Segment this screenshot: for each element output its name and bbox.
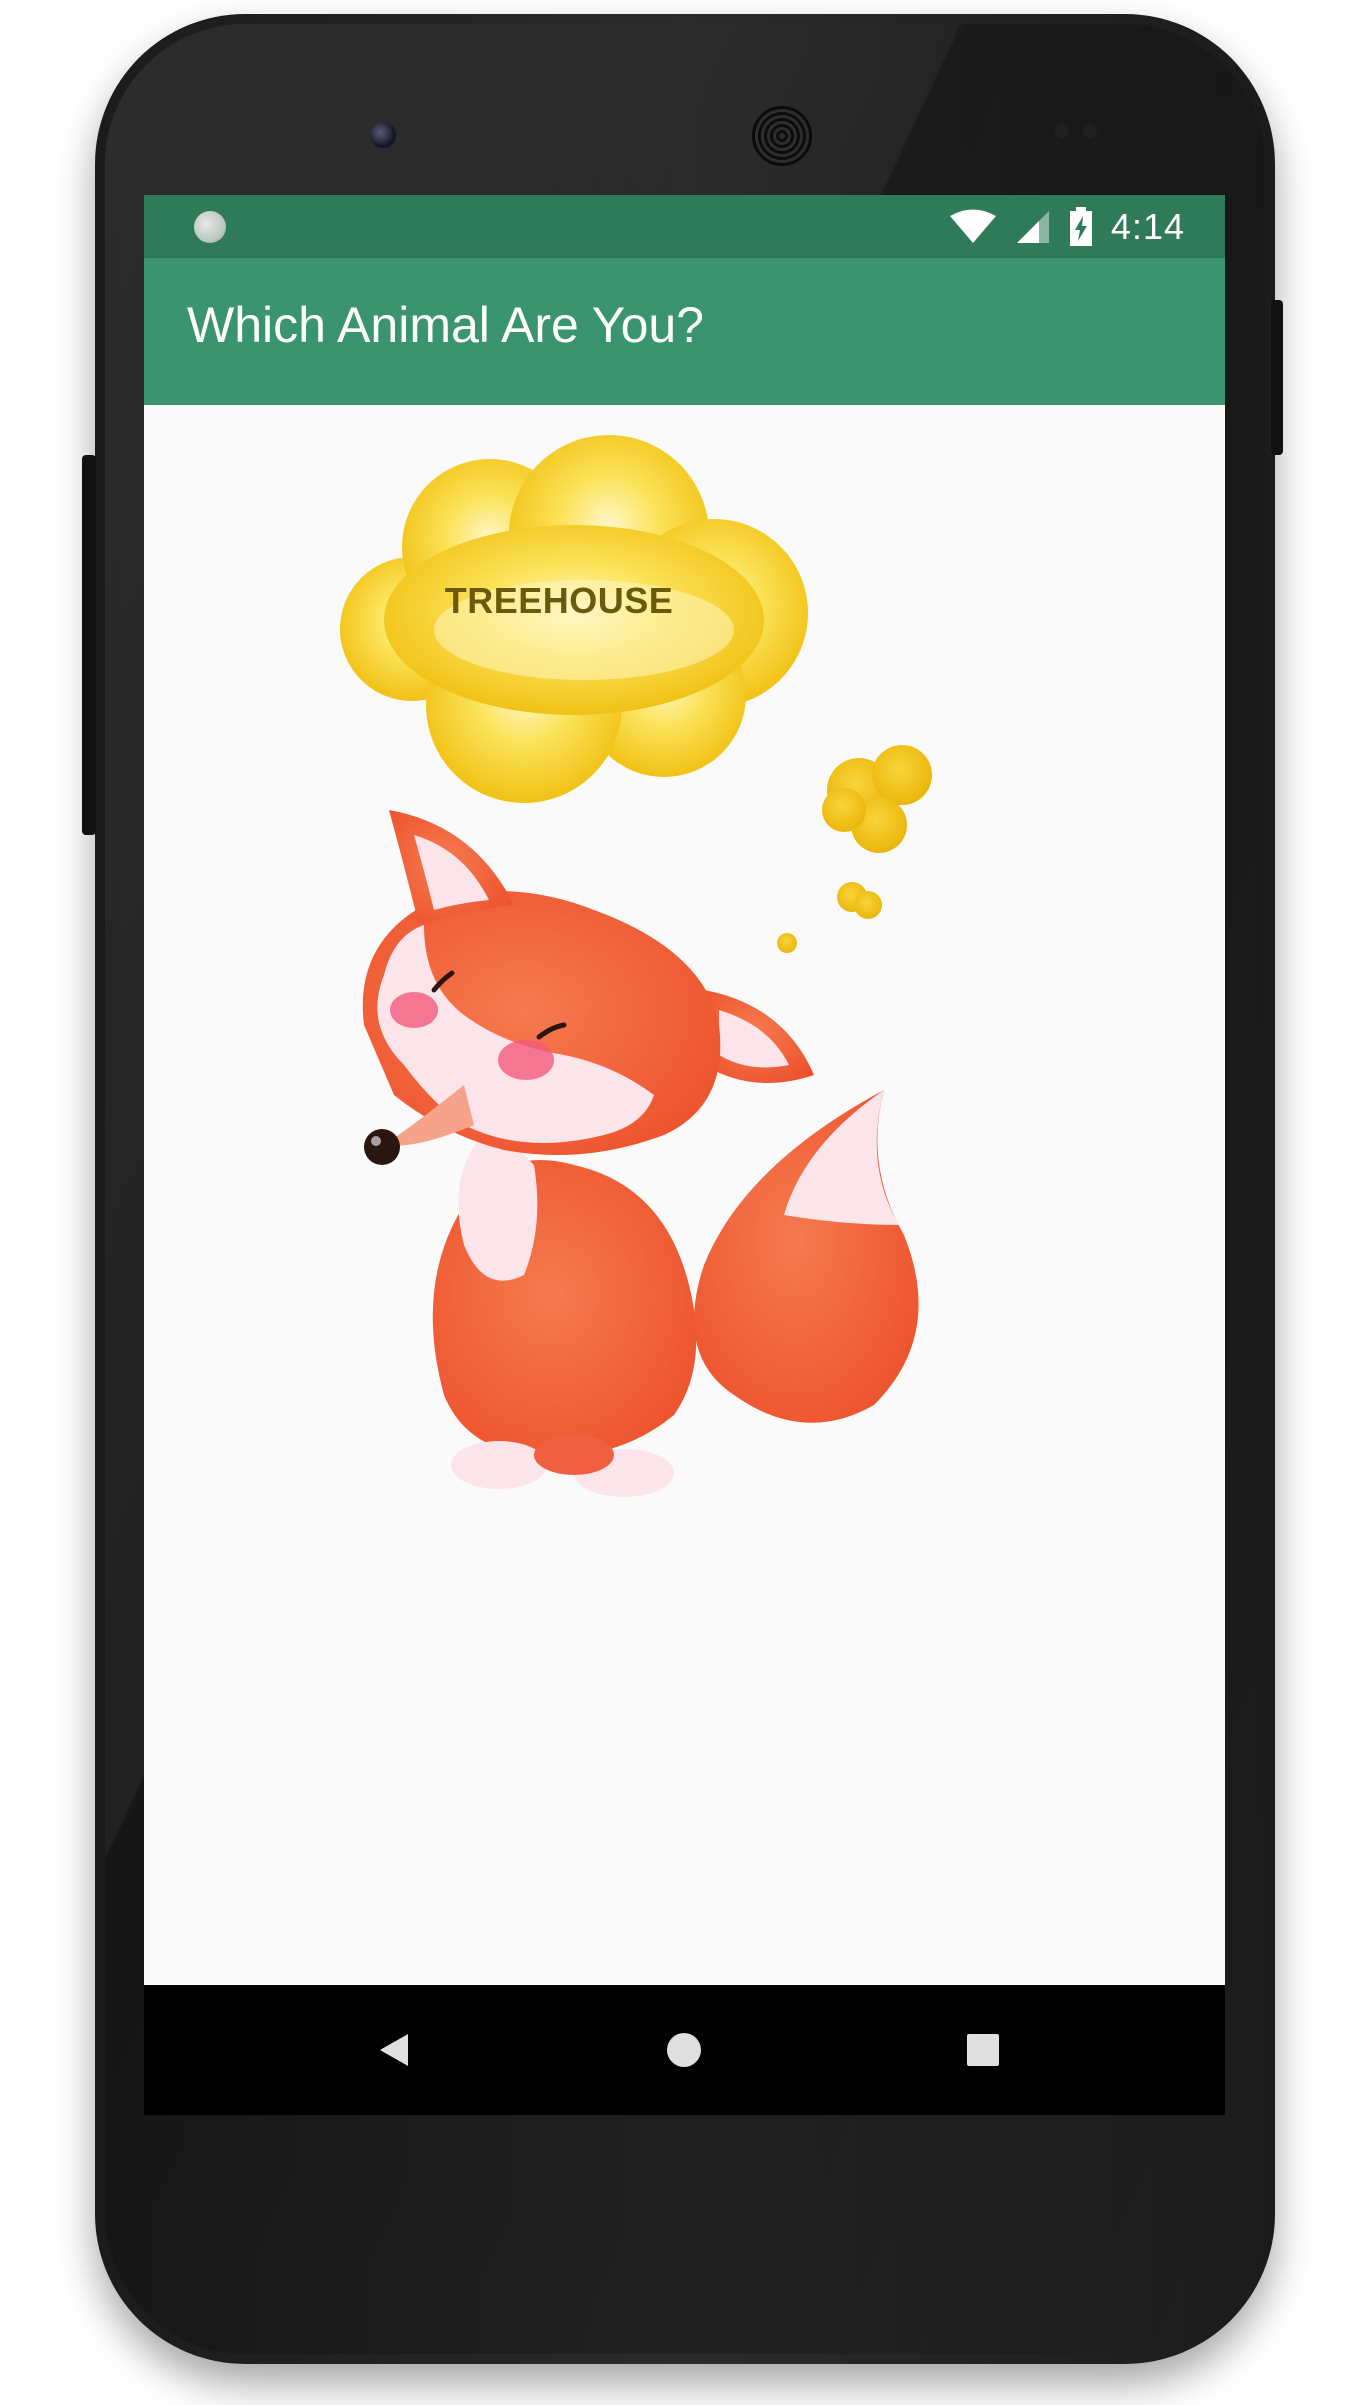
sync-icon (194, 211, 226, 243)
battery-charging-icon (1069, 206, 1092, 246)
story-illustration (340, 435, 932, 1497)
back-button[interactable] (364, 2020, 424, 2080)
app-bar: Which Animal Are You? (144, 258, 1225, 405)
power-button (1271, 300, 1283, 455)
earpiece-speaker-icon (752, 106, 812, 166)
status-icons: 4:14 (949, 195, 1185, 258)
phone-screen: 4:14 Which Animal Are You? TREEHOUSE (144, 195, 1225, 2115)
back-icon (380, 2034, 408, 2066)
front-camera-icon (370, 122, 396, 148)
wifi-icon (949, 209, 996, 243)
proximity-sensor (1055, 124, 1069, 138)
home-icon (667, 2033, 701, 2067)
recents-icon (967, 2034, 999, 2066)
navigation-bar (144, 1985, 1225, 2115)
home-button[interactable] (654, 2020, 714, 2080)
recents-button[interactable] (953, 2020, 1013, 2080)
thought-bubble-trail (777, 745, 932, 953)
status-bar: 4:14 (144, 195, 1225, 258)
main-content: TREEHOUSE (144, 405, 1225, 1985)
light-sensor (1083, 124, 1097, 138)
volume-rocker (82, 455, 96, 835)
fox-illustration (362, 810, 919, 1497)
app-title: Which Animal Are You? (187, 297, 704, 353)
thought-bubble-text: TREEHOUSE (444, 580, 674, 621)
status-time: 4:14 (1110, 205, 1185, 247)
cellular-signal-icon (1016, 210, 1049, 243)
